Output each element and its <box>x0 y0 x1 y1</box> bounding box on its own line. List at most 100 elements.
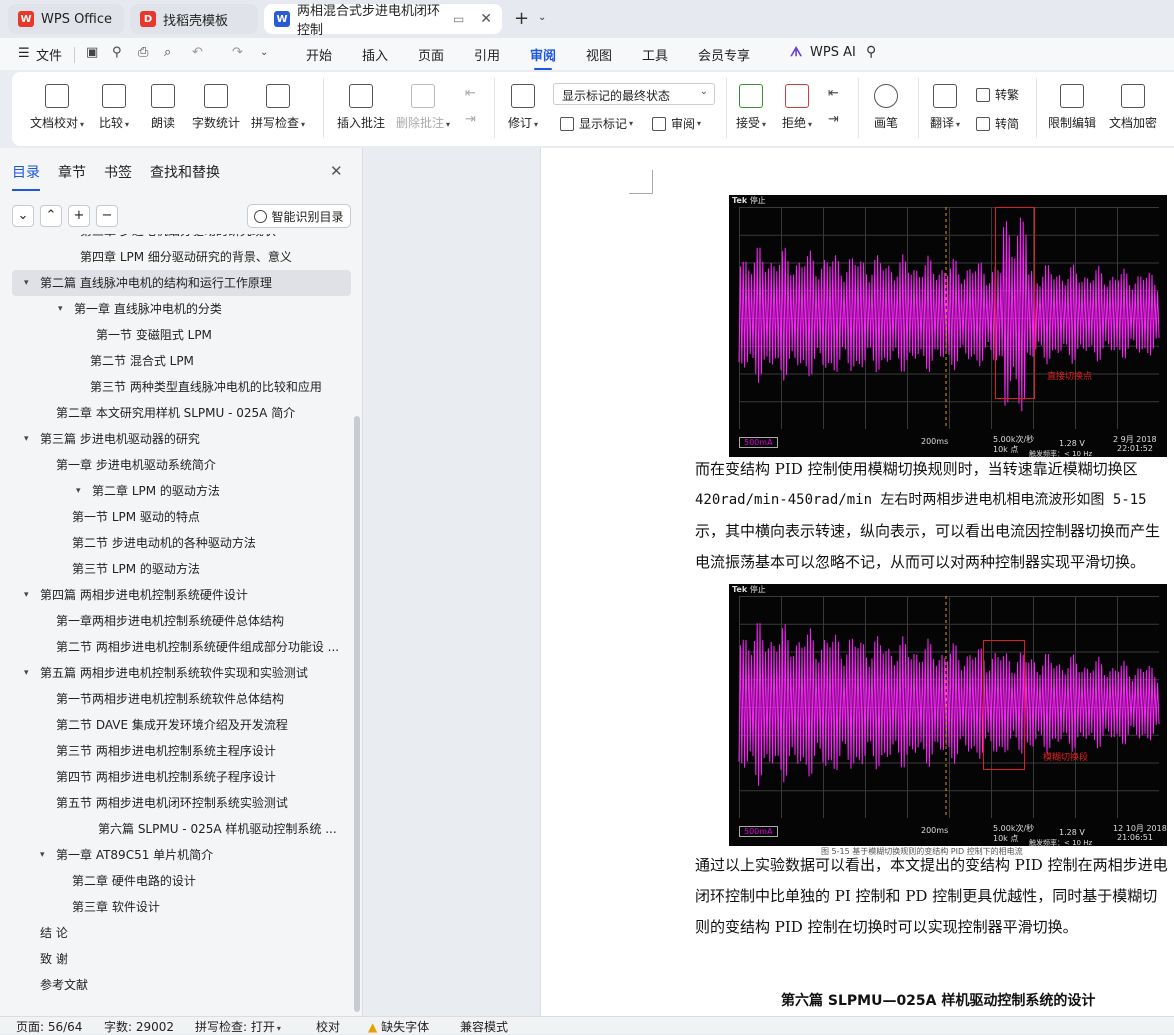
more-chevron-icon[interactable]: ⌄ <box>260 47 268 58</box>
label: 转简 <box>995 117 1020 131</box>
share-icon[interactable]: ⚲ <box>112 45 122 60</box>
print-preview-icon[interactable]: ⌕ <box>164 45 171 60</box>
menu-reference[interactable]: 引用 <box>474 45 500 64</box>
switch-point-box <box>995 207 1035 399</box>
hamburger-icon[interactable]: ☰ <box>18 46 30 61</box>
paragraph-line: 则的变结构 PID 控制在切换时可以实现控制器平滑切换。 <box>695 918 1078 936</box>
menu-review[interactable]: 审阅 <box>530 45 556 70</box>
expand-up-button[interactable]: ⌃ <box>40 205 62 227</box>
smart-toc-button[interactable]: 智能识别目录 <box>247 204 351 228</box>
spell-check-button[interactable]: 拼写检查 ▾ <box>251 84 305 131</box>
timebase: 200ms <box>921 826 949 835</box>
compare-icon <box>102 84 127 108</box>
revise-button[interactable]: 修订 ▾ <box>508 84 538 131</box>
page-indicator[interactable]: 页面: 56/64 <box>16 1018 82 1035</box>
proofread-status[interactable]: 校对 <box>316 1018 340 1035</box>
print-icon[interactable]: ⎙ <box>138 45 148 60</box>
menu-page[interactable]: 页面 <box>418 45 444 64</box>
collapse-all-button[interactable]: ⌄ <box>12 205 34 227</box>
show-markup-button[interactable]: 显示标记 ▾ <box>560 115 633 132</box>
encrypt-button[interactable]: 文档加密 <box>1109 84 1157 131</box>
insert-comment-icon <box>349 84 373 108</box>
missing-font-status[interactable]: ▲ 缺失字体 <box>368 1018 429 1035</box>
redo-icon[interactable]: ↷ <box>232 45 243 60</box>
toc-scrollbar[interactable] <box>354 416 360 1012</box>
tab-toc[interactable]: 目录 <box>12 162 40 191</box>
delete-comment-button[interactable]: 删除批注 ▾ <box>396 84 450 131</box>
paragraph-line: 闭环控制中比单独的 PI 控制和 PD 控制更具优越性，同时基于模糊切 <box>695 887 1158 905</box>
menu-file[interactable]: 文件 <box>36 45 62 64</box>
expand-arrow-icon[interactable]: ▾ <box>24 582 29 608</box>
toc-item-label: 第四节 两相步进电机控制系统子程序设计 <box>56 770 276 784</box>
divider <box>494 78 495 138</box>
to-traditional-button[interactable]: 转繁 <box>976 86 1019 103</box>
monitor-icon[interactable]: ▭ <box>453 12 464 26</box>
expand-arrow-icon[interactable]: ▾ <box>24 426 29 452</box>
fuzzy-switch-box <box>983 640 1025 770</box>
tab-bookmarks[interactable]: 书签 <box>104 162 132 182</box>
close-tab-icon[interactable]: ✕ <box>480 11 492 27</box>
toc-item[interactable]: ▾ 第二篇 直线脉冲电机的结构和运行工作原理 <box>12 270 351 296</box>
restrict-edit-button[interactable]: 限制编辑 <box>1048 84 1096 131</box>
next-comment-icon[interactable]: ⇥ <box>465 112 476 127</box>
toc-item-label: 致 谢 <box>40 952 68 966</box>
to-simplified-button[interactable]: 转简 <box>976 115 1019 132</box>
tab-list-chevron-icon[interactable]: ⌄ <box>538 12 546 23</box>
label: 文档加密 <box>1109 116 1158 130</box>
expand-arrow-icon[interactable]: ▾ <box>24 660 29 686</box>
search-icon[interactable]: ⚲ <box>866 44 876 60</box>
tab-find-replace[interactable]: 查找和替换 <box>150 162 220 182</box>
toc-item-label: 结 论 <box>40 926 68 940</box>
undo-icon[interactable]: ↶ <box>192 45 203 60</box>
tab-docer-templates[interactable]: D 找稻壳模板 <box>130 4 258 34</box>
expand-arrow-icon[interactable]: ▾ <box>40 842 45 868</box>
expand-arrow-icon[interactable]: ▾ <box>58 296 63 322</box>
menu-tools[interactable]: 工具 <box>642 45 668 64</box>
remove-heading-button[interactable]: − <box>96 205 118 227</box>
word-count[interactable]: 字数: 29002 <box>104 1018 174 1035</box>
add-heading-button[interactable]: + <box>68 205 90 227</box>
prev-change-icon[interactable]: ⇤ <box>828 86 839 101</box>
spell-check-status[interactable]: 拼写检查: 打开 ▾ <box>195 1018 281 1035</box>
delete-comment-icon <box>411 84 436 108</box>
translate-button[interactable]: 翻译 ▾ <box>930 84 960 131</box>
accept-button[interactable]: 接受 ▾ <box>736 84 766 131</box>
menu-member[interactable]: 会员专享 <box>698 45 750 64</box>
toc-item-label: 第一节两相步进电机控制系统软件总体结构 <box>56 692 285 706</box>
insert-comment-button[interactable]: 插入批注 <box>337 84 385 131</box>
navigation-pane: 目录 章节 书签 查找和替换 ✕ ⌄ ⌃ + − 智能识别目录 第三章 步进电机… <box>0 148 363 1016</box>
menu-insert[interactable]: 插入 <box>362 45 388 64</box>
read-aloud-button[interactable]: 朗读 <box>151 84 175 131</box>
divider <box>858 78 859 138</box>
expand-arrow-icon[interactable]: ▾ <box>24 270 29 296</box>
expand-arrow-icon[interactable]: ▾ <box>76 478 81 504</box>
tab-document[interactable]: W 两相混合式步进电机闭环控制 ▭ ✕ <box>264 4 502 38</box>
document-page: Tek 停止 直接切换点 500mA 200ms 5.00k次/秒 10k 点 … <box>540 148 1174 1016</box>
proofread-button[interactable]: 文档校对 ▾ <box>30 84 84 131</box>
word-count-button[interactable]: 字数统计 <box>192 84 240 131</box>
menu-bar: ☰ 文件 ▣ ⚲ ⎙ ⌕ ↶ ↷ ⌄ 开始 插入 页面 引用 审阅 视图 工具 … <box>0 38 1174 70</box>
show-markup-icon <box>560 116 574 131</box>
tab-wps-office[interactable]: W WPS Office <box>8 4 124 34</box>
next-change-icon[interactable]: ⇥ <box>828 112 839 127</box>
close-pane-icon[interactable]: ✕ <box>330 162 343 180</box>
markup-state-select[interactable]: 显示标记的最终状态 ⌄ <box>553 83 715 105</box>
pen-button[interactable]: 画笔 <box>874 84 898 131</box>
menu-start[interactable]: 开始 <box>306 45 332 64</box>
tab-chapters[interactable]: 章节 <box>58 162 86 182</box>
prev-comment-icon[interactable]: ⇤ <box>465 86 476 101</box>
toc-item-label: 第一节 变磁阻式 LPM <box>96 328 212 342</box>
waveform-trace <box>738 623 1160 786</box>
review-pane-button[interactable]: 审阅 ▾ <box>652 115 701 132</box>
menu-view[interactable]: 视图 <box>586 45 612 64</box>
document-area: Tek 停止 直接切换点 500mA 200ms 5.00k次/秒 10k 点 … <box>364 148 1174 1016</box>
reject-icon <box>785 84 810 108</box>
new-tab-icon[interactable]: + <box>514 8 529 29</box>
reject-button[interactable]: 拒绝 ▾ <box>782 84 812 131</box>
compare-button[interactable]: 比较 ▾ <box>99 84 129 131</box>
menu-wps-ai[interactable]: WPS AI <box>810 45 856 60</box>
label: 转繁 <box>995 88 1020 102</box>
paragraph-line: 通过以上实验数据可以看出，本文提出的变结构 PID 控制在两相步进电 <box>695 856 1168 874</box>
save-icon[interactable]: ▣ <box>86 45 98 60</box>
scope-footer: 500mA 200ms 5.00k次/秒 10k 点 1.28 V 触发频率：<… <box>729 822 1167 846</box>
